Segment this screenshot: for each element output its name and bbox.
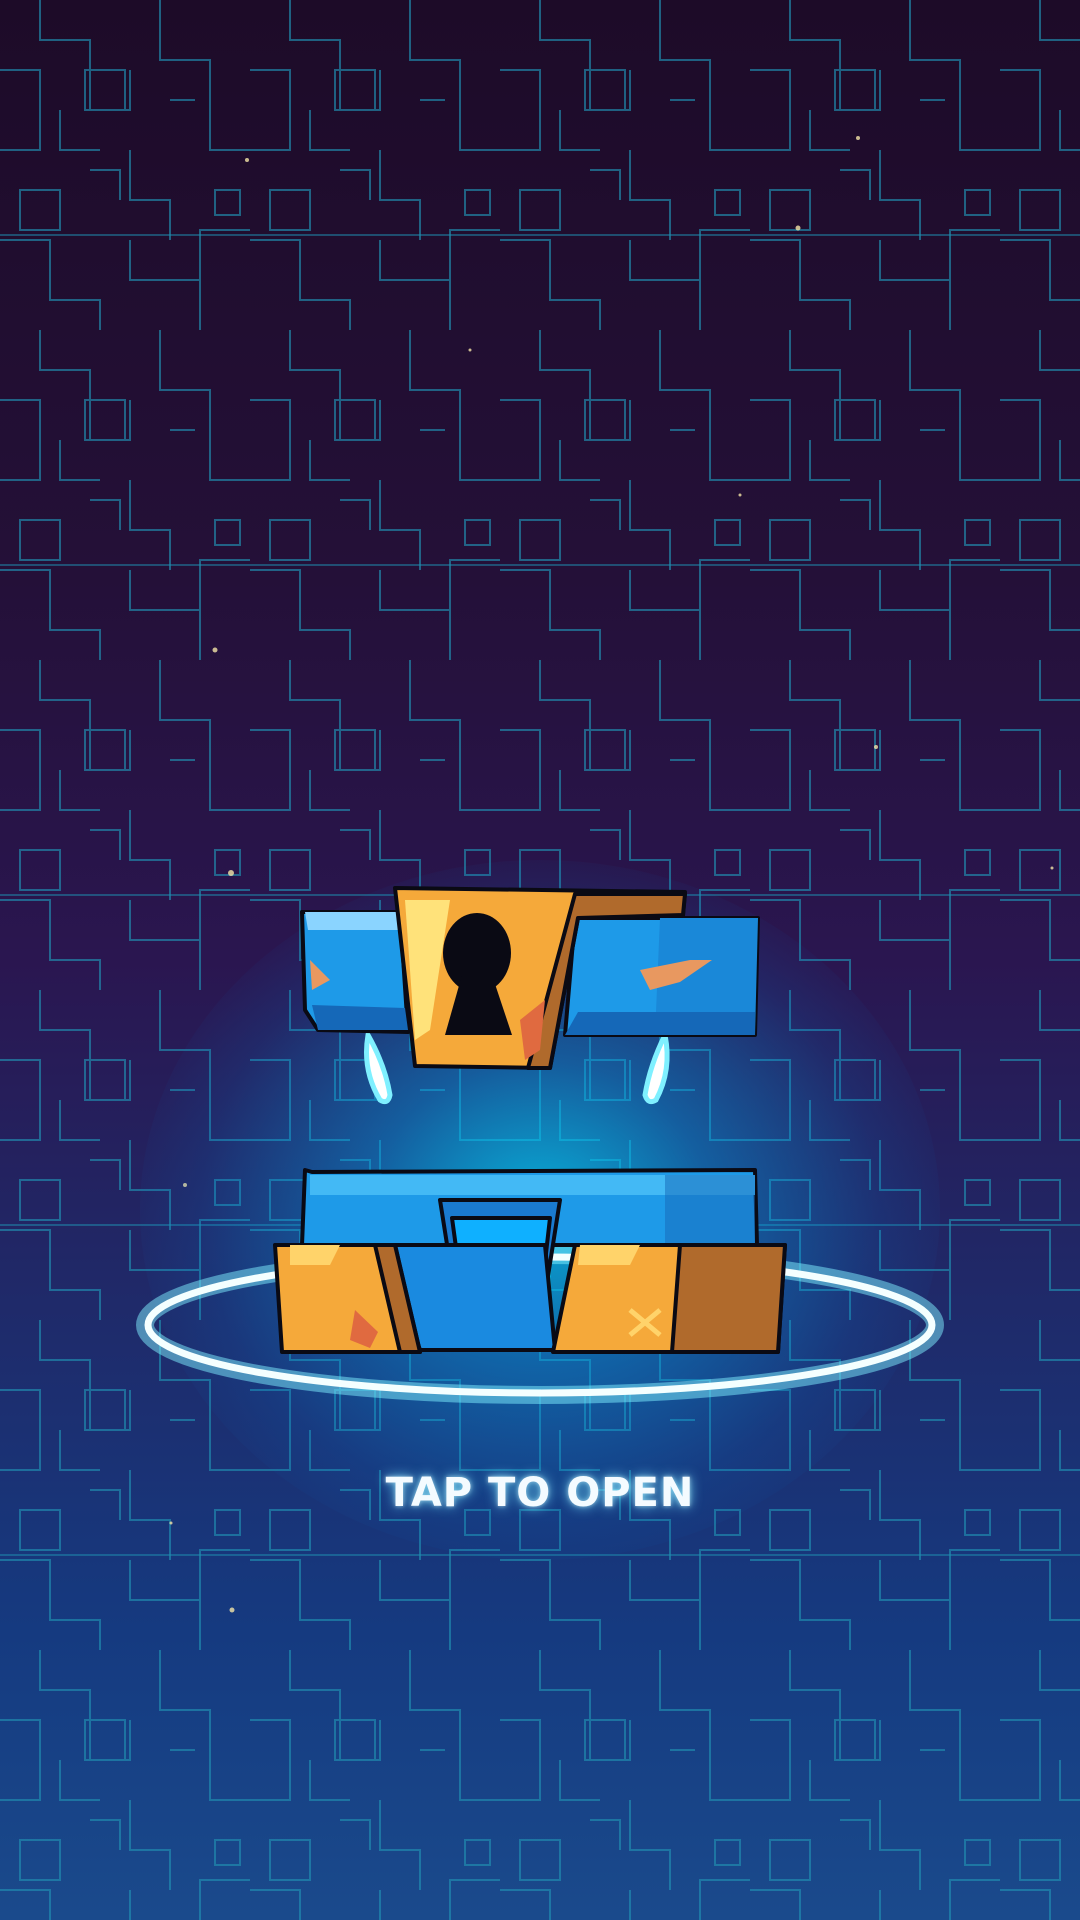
chest-open-screen[interactable]: TAP TO OPEN	[0, 0, 1080, 1920]
tap-to-open-label[interactable]: TAP TO OPEN	[0, 1470, 1080, 1516]
chest-base	[273, 1168, 787, 1354]
treasure-chest-icon[interactable]	[0, 0, 1080, 1920]
keyhole-icon	[443, 913, 512, 1035]
